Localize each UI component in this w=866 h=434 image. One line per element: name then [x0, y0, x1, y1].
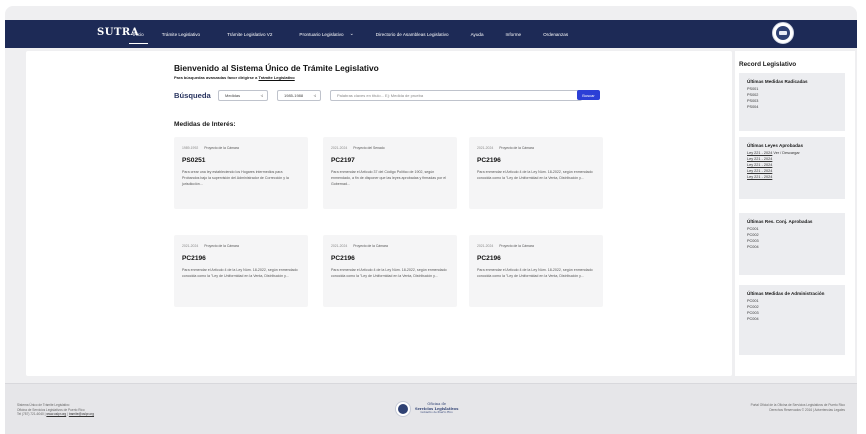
ley-link[interactable]: Ley 221 - 2024	[747, 175, 837, 181]
interest-title: Medidas de Interés:	[174, 121, 236, 128]
subtitle-text: Para búsquedas avanzadas favor dirigirse…	[174, 75, 259, 80]
nav-item-informe[interactable]: Informe	[506, 20, 522, 48]
resconj-box: Últimas Res. Conj. Aprobadas PC001 PC002…	[739, 213, 845, 275]
admin-box: Últimas Medidas de Administración PC001 …	[739, 285, 845, 355]
card-meta: 2021-2024 Proyecto de la Cámara	[331, 244, 449, 248]
card-meta: 2021-2024 Proyecto de la Cámara	[477, 146, 595, 150]
footer-website-link[interactable]: www.oslpr.org	[46, 412, 66, 416]
page-subtitle: Para búsquedas avanzadas favor dirigirse…	[174, 75, 295, 80]
nav-items: Inicio Trámite Legislativo Trámite Legis…	[129, 20, 568, 48]
seal-icon[interactable]	[772, 22, 794, 44]
card-origin: Proyecto de la Cámara	[204, 146, 239, 150]
card-period: 2021-2024	[331, 146, 348, 150]
footer-contact: Tel (787) 721-6040 | www.oslpr.org | tra…	[17, 412, 94, 417]
card-period: 2021-2024	[182, 244, 199, 248]
tramite-legislativo-link[interactable]: Trámite Legislativo	[258, 75, 294, 80]
card-origin: Proyecto del Senado	[353, 146, 385, 150]
footer-portal-text: Portal Oficial de la Oficina de Servicio…	[750, 403, 845, 407]
card-desc: Para enmendar el Artículo 4 de la Ley Nú…	[182, 268, 298, 279]
page-title: Bienvenido al Sistema Único de Trámite L…	[174, 63, 379, 73]
record-sidebar: Record Legislativo Últimas Medidas Radic…	[735, 51, 855, 376]
card-origin: Proyecto de la Cámara	[499, 244, 534, 248]
measure-card[interactable]: 2021-2024 Proyecto de la Cámara PC2196 Pa…	[174, 235, 308, 307]
measure-card[interactable]: 1989-1992 Proyecto de la Cámara PS0251 Pa…	[174, 137, 308, 209]
search-label: Búsqueda	[174, 91, 211, 100]
seal-icon	[395, 401, 411, 417]
card-origin: Proyecto de la Cámara	[204, 244, 239, 248]
card-id: PC2197	[331, 157, 355, 164]
nav-item-prontuario-label: Prontuario Legislativo	[299, 31, 344, 37]
footer-logo[interactable]: Oficina de Servicios Legislativos Gobier…	[395, 400, 465, 418]
period-select[interactable]: 1985-1988 ◃	[277, 90, 321, 101]
nav-item-ordenanzas[interactable]: Ordenanzas	[543, 20, 568, 48]
card-desc: Para enmendar el Artículo 4 de la Ley Nú…	[477, 268, 593, 279]
footer-rights-text[interactable]: Derechos Reservados © 2016 | Advertencia…	[751, 408, 845, 413]
card-desc: Para enmendar el Artículo 4 de la Ley Nú…	[331, 268, 447, 279]
search-button[interactable]: Buscar	[577, 90, 600, 100]
search-input[interactable]: Palabras claves en título... Ej: Medida …	[330, 90, 582, 101]
footer: Sistema Único de Trámite Legislativo Ofi…	[5, 383, 857, 434]
ley-link[interactable]: Ley 221 - 2024	[747, 151, 772, 155]
ver-descargar-link[interactable]: Ver / Descargar	[772, 151, 799, 155]
card-meta: 1989-1992 Proyecto de la Cámara	[182, 146, 300, 150]
radicadas-title: Últimas Medidas Radicadas	[747, 79, 808, 84]
card-id: PC2196	[331, 255, 355, 262]
nav-item-ayuda[interactable]: Ayuda	[471, 20, 484, 48]
measure-card[interactable]: 2021-2024 Proyecto de la Cámara PC2196 Pa…	[469, 137, 603, 209]
chevron-down-icon: ◃	[260, 93, 263, 99]
leyes-title: Últimas Leyes Aprobadas	[747, 143, 803, 148]
card-period: 2021-2024	[477, 244, 494, 248]
card-id: PC2196	[182, 255, 206, 262]
measure-card[interactable]: 2021-2024 Proyecto del Senado PC2197 Para…	[323, 137, 457, 209]
leyes-box: Últimas Leyes Aprobadas Ley 221 - 2024 V…	[739, 137, 845, 199]
list-item[interactable]: PC004	[747, 317, 837, 323]
resconj-title: Últimas Res. Conj. Aprobadas	[747, 219, 813, 224]
card-desc: Para crear una ley estableciendo los Hog…	[182, 170, 289, 187]
record-title: Record Legislativo	[739, 61, 797, 68]
nav-item-tramite-legislativo[interactable]: Trámite Legislativo	[162, 20, 200, 48]
type-select-value: Medidas	[225, 93, 241, 98]
list-item[interactable]: PS004	[747, 105, 837, 111]
card-desc: Para enmendar el Artículo 4 de la Ley Nú…	[477, 170, 593, 181]
card-desc: Para enmendar el Artículo 37 del Código …	[331, 170, 447, 187]
nav-item-inicio[interactable]: Inicio	[129, 20, 148, 48]
card-origin: Proyecto de la Cámara	[499, 146, 534, 150]
card-meta: 2021-2024 Proyecto de la Cámara	[477, 244, 595, 248]
footer-right: Portal Oficial de la Oficina de Servicio…	[751, 403, 845, 412]
footer-left: Sistema Único de Trámite Legislativo Ofi…	[17, 403, 94, 417]
chevron-down-icon: ⌄	[349, 31, 354, 37]
top-nav: SUTRA Inicio Trámite Legislativo Trámite…	[5, 20, 857, 48]
chevron-down-icon: ◃	[313, 93, 316, 99]
card-period: 1989-1992	[182, 146, 199, 150]
search-row: Búsqueda Medidas ◃ 1985-1988 ◃ Palabras …	[174, 89, 604, 103]
footer-phone: Tel (787) 721-6040 |	[17, 412, 47, 417]
measure-card[interactable]: 2021-2024 Proyecto de la Cámara PC2196 Pa…	[469, 235, 603, 307]
card-meta: 2021-2024 Proyecto de la Cámara	[182, 244, 300, 248]
card-period: 2021-2024	[477, 146, 494, 150]
page-frame: SUTRA Inicio Trámite Legislativo Trámite…	[5, 6, 857, 434]
card-id: PC2196	[477, 255, 501, 262]
radicadas-box: Últimas Medidas Radicadas PS001 PS002 PS…	[739, 73, 845, 131]
card-period: 2021-2024	[331, 244, 348, 248]
list-item[interactable]: PC004	[747, 245, 837, 251]
nav-item-directorio[interactable]: Directorio de Asambleas Legislativo	[376, 20, 449, 48]
main-panel: Bienvenido al Sistema Único de Trámite L…	[26, 51, 732, 376]
footer-email-link[interactable]: tramite@oslpr.org	[69, 412, 94, 416]
measure-card[interactable]: 2021-2024 Proyecto de la Cámara PC2196 Pa…	[323, 235, 457, 307]
nav-item-tramite-legislativo-v2[interactable]: Trámite Legislativo V2	[227, 20, 272, 48]
seal-inner	[398, 404, 408, 414]
admin-title: Últimas Medidas de Administración	[747, 291, 825, 296]
seal-inner	[776, 26, 790, 40]
period-select-value: 1985-1988	[284, 93, 304, 98]
footer-logo-line: Gobierno de Puerto Rico	[420, 411, 453, 415]
footer-office-logo-text: Oficina de Servicios Legislativos Gobier…	[415, 402, 458, 416]
nav-item-prontuario-legislativo[interactable]: Prontuario Legislativo ⌄	[299, 20, 353, 48]
card-meta: 2021-2024 Proyecto del Senado	[331, 146, 449, 150]
type-select[interactable]: Medidas ◃	[218, 90, 268, 101]
card-id: PS0251	[182, 157, 206, 164]
card-id: PC2196	[477, 157, 501, 164]
card-origin: Proyecto de la Cámara	[353, 244, 388, 248]
